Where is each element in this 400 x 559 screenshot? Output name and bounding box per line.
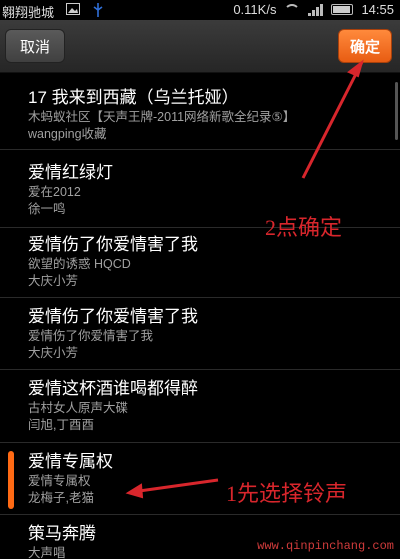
usb-icon	[92, 3, 104, 20]
song-artist: 大庆小芳	[28, 274, 79, 288]
song-artist: 大庆小芳	[28, 346, 79, 360]
song-album: 爱在2012	[28, 185, 81, 199]
annotation-step2: 2点确定	[265, 215, 343, 240]
list-item[interactable]: 爱情伤了你爱情害了我 爱情伤了你爱情害了我 大庆小芳	[0, 298, 400, 370]
song-title: 爱情红绿灯	[28, 163, 113, 182]
song-title: 爱情这杯酒谁喝都得醉	[28, 379, 198, 398]
song-title: 爱情专属权	[28, 452, 113, 471]
action-bar: 取消 确定	[0, 20, 400, 73]
cancel-button[interactable]: 取消	[5, 29, 65, 63]
song-artist: 闫旭,丁酉酉	[28, 418, 94, 432]
annotation-step1: 1先选择铃声	[226, 481, 348, 506]
song-artist: wangping收藏	[28, 127, 107, 141]
clock: 14:55	[361, 2, 394, 17]
image-icon	[66, 3, 80, 18]
song-album: 古村女人原声大碟	[28, 401, 129, 415]
song-title: 17 我来到西藏（乌兰托娅）	[28, 88, 239, 107]
song-album: 爱情伤了你爱情害了我	[28, 329, 154, 343]
confirm-button[interactable]: 确定	[338, 29, 392, 63]
scrollbar[interactable]	[395, 82, 398, 140]
battery-icon	[331, 4, 354, 15]
list-item[interactable]: 17 我来到西藏（乌兰托娅） 木蚂蚁社区【天声王牌-2011网络新歌全纪录⑤】 …	[0, 87, 400, 150]
song-title: 爱情伤了你爱情害了我	[28, 235, 198, 254]
network-speed: 0.11K/s	[233, 2, 277, 17]
selection-indicator	[8, 451, 14, 509]
signal-icon	[308, 3, 324, 16]
carrier-name: 翱翔驰城	[2, 5, 55, 20]
status-bar: 翱翔驰城 0.11K/s 14:55	[0, 0, 400, 20]
list-item[interactable]: 爱情这杯酒谁喝都得醉 古村女人原声大碟 闫旭,丁酉酉	[0, 370, 400, 443]
song-title: 爱情伤了你爱情害了我	[28, 307, 198, 326]
song-album: 欲望的诱惑 HQCD	[28, 257, 131, 271]
song-album: 木蚂蚁社区【天声王牌-2011网络新歌全纪录⑤】	[28, 110, 296, 124]
wifi-icon	[284, 3, 301, 16]
status-right: 0.11K/s 14:55	[233, 2, 394, 17]
song-artist: 徐一鸣	[28, 202, 66, 216]
watermark: www.qinpinchang.com	[257, 539, 394, 553]
